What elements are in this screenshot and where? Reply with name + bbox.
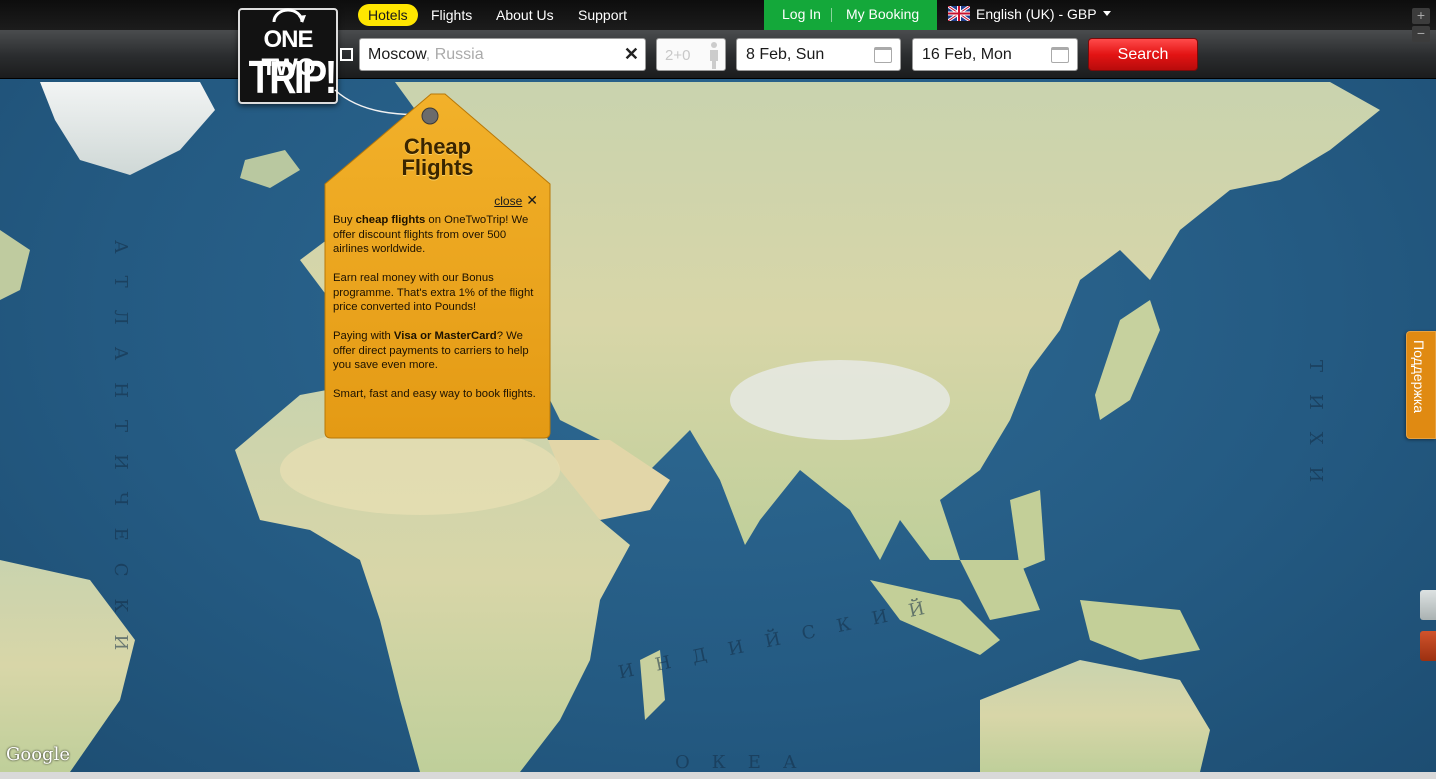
checkin-date-field[interactable]: 8 Feb, Sun <box>736 38 901 71</box>
support-tab-label: Поддержка <box>1411 340 1427 414</box>
tag-paragraph-1: Buy cheap flights on OneTwoTrip! We offe… <box>333 214 529 255</box>
calendar-icon[interactable] <box>1051 47 1069 63</box>
tibet-plateau <box>730 360 950 440</box>
australia <box>980 660 1210 772</box>
tag-body: Buy cheap flights on OneTwoTrip! We offe… <box>333 213 545 416</box>
tag-title: Cheap Flights <box>323 136 552 180</box>
clear-icon[interactable]: ✕ <box>624 44 639 65</box>
borneo <box>960 560 1040 620</box>
zoom-in-icon[interactable]: + <box>1412 8 1430 24</box>
pacific-ocean-label: ТИХИ <box>1305 360 1326 505</box>
guests-selector[interactable]: 2+0 <box>656 38 726 71</box>
tag-paragraph-3: Paying with Visa or MasterCard? We offer… <box>333 330 529 371</box>
city-input[interactable]: Moscow, Russia ✕ <box>359 38 646 71</box>
chevron-down-icon <box>1102 11 1111 16</box>
search-button[interactable]: Search <box>1088 38 1198 71</box>
language-label: English (UK) - GBP <box>976 6 1097 22</box>
city-hint: , Russia <box>425 46 484 63</box>
my-booking-link[interactable]: My Booking <box>846 6 919 22</box>
login-link[interactable]: Log In <box>782 6 821 22</box>
logo-line2: TRIP! <box>248 51 338 103</box>
ocean-label-bottom: ОКЕА <box>675 752 819 772</box>
bottom-strip <box>0 772 1436 779</box>
nav-hotels[interactable]: Hotels <box>358 4 418 26</box>
tag-title-line2: Flights <box>401 155 474 180</box>
uk-flag-icon <box>947 4 971 23</box>
nav-support[interactable]: Support <box>578 4 627 26</box>
city-value: Moscow <box>368 46 426 63</box>
japan <box>1095 300 1160 420</box>
new-guinea <box>1080 600 1200 660</box>
greenland <box>40 82 215 175</box>
zoom-out-icon[interactable]: − <box>1412 26 1430 42</box>
option-checkbox[interactable] <box>340 48 353 61</box>
calendar-icon[interactable] <box>874 47 892 63</box>
checkout-date-field[interactable]: 16 Feb, Mon <box>912 38 1078 71</box>
side-chip-red[interactable] <box>1420 631 1436 661</box>
atlantic-ocean-label: АТЛАНТИЧЕСКИ <box>110 240 131 673</box>
nav-about[interactable]: About Us <box>496 4 554 26</box>
top-navigation-bar: Hotels Flights About Us Support Log In M… <box>0 0 1436 30</box>
tag-close-link[interactable]: close ✕ <box>494 192 538 209</box>
north-america-edge <box>0 230 30 300</box>
auth-panel: Log In My Booking <box>764 0 937 30</box>
support-side-tab[interactable]: Поддержка <box>1406 331 1436 439</box>
google-attribution: Google <box>6 744 70 765</box>
tag-paragraph-4: Smart, fast and easy way to book flights… <box>333 388 536 400</box>
side-chip-grey[interactable] <box>1420 590 1436 620</box>
cheap-flights-tag: Cheap Flights close ✕ Buy cheap flights o… <box>323 92 552 440</box>
philippines <box>1010 490 1045 570</box>
person-icon <box>710 42 718 69</box>
logo-arc-icon <box>272 8 306 23</box>
onetwotrip-logo[interactable]: ONE TWO TRIP! <box>238 8 338 104</box>
guests-value: 2+0 <box>665 47 691 64</box>
language-selector[interactable]: English (UK) - GBP <box>947 4 1111 23</box>
tag-close-label: close <box>494 194 523 208</box>
checkin-date-value: 8 Feb, Sun <box>746 46 825 63</box>
iceland <box>240 150 300 188</box>
world-map[interactable]: АТЛАНТИЧЕСКИ ИНДИЙСКИЙ ТИХИ ОКЕА Google <box>0 0 1436 772</box>
auth-divider <box>831 8 832 22</box>
nav-flights[interactable]: Flights <box>431 4 472 26</box>
close-icon[interactable]: ✕ <box>526 192 538 209</box>
tag-paragraph-2: Earn real money with our Bonus programme… <box>333 272 534 313</box>
checkout-date-value: 16 Feb, Mon <box>922 46 1012 63</box>
